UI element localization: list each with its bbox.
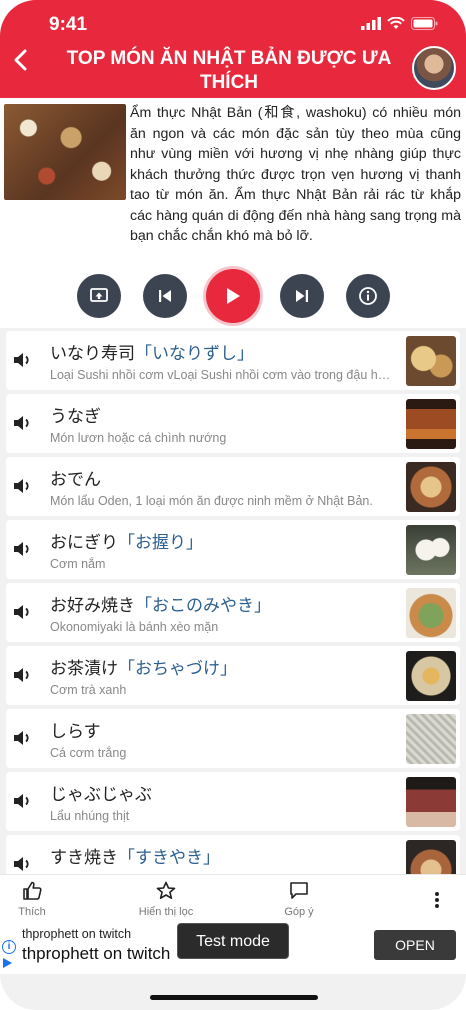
speaker-icon[interactable] (13, 729, 33, 747)
reading: 「お握り」 (118, 533, 203, 552)
food-thumbnail (406, 651, 456, 701)
ad-headline: thprophett on twitch (22, 927, 132, 941)
avatar[interactable] (412, 46, 456, 90)
reading: 「いなりずし」 (135, 344, 254, 363)
screen-cast-button[interactable] (77, 274, 121, 318)
tab-like-label: Thích (18, 906, 46, 918)
play-icon (227, 288, 240, 304)
wifi-icon (387, 17, 405, 29)
japanese-term: すき焼き「すきやき」 (50, 848, 220, 867)
speaker-icon[interactable] (13, 603, 33, 621)
ad-info-icon[interactable]: i (2, 940, 16, 954)
status-time: 9:41 (49, 14, 88, 35)
ad-play-icon (3, 958, 12, 968)
ad-open-button[interactable]: OPEN (374, 930, 456, 960)
meaning: Món lẩu Oden, 1 loại món ăn được ninh mề… (50, 494, 373, 508)
app-screen: 9:41 TOP MÓN ĂN NHẬT BẢN ĐƯỢC ƯA THÍCH Ẩ… (0, 0, 466, 1010)
list-item[interactable]: しらす Cá cơm trắng (6, 709, 460, 768)
meaning: Lẩu nhúng thịt (50, 809, 130, 823)
page-title: TOP MÓN ĂN NHẬT BẢN ĐƯỢC ƯA THÍCH (66, 48, 392, 93)
ad-title: thprophett on twitch (22, 944, 171, 963)
food-thumbnail (406, 525, 456, 575)
food-thumbnail (406, 399, 456, 449)
speaker-icon[interactable] (13, 855, 33, 873)
next-icon (296, 290, 308, 302)
list-item[interactable]: おにぎり「お握り」 Cơm nắm (6, 520, 460, 579)
tab-feedback-label: Góp ý (284, 906, 314, 918)
star-icon (156, 881, 176, 899)
bottom-tab-bar: Thích Hiển thị lọc Góp ý (0, 874, 466, 922)
japanese-term: おでん (50, 470, 101, 489)
next-button[interactable] (280, 274, 324, 318)
food-thumbnail (406, 777, 456, 827)
back-arrow-icon[interactable] (8, 46, 36, 74)
list-item[interactable]: お好み焼き「おこのみやき」 Okonomiyaki là bánh xèo mặ… (6, 583, 460, 642)
speaker-icon[interactable] (13, 540, 33, 558)
list-item[interactable]: おでん Món lẩu Oden, 1 loại món ăn được nin… (6, 457, 460, 516)
speaker-icon[interactable] (13, 414, 33, 432)
list-item[interactable]: うなぎ Món lươn hoặc cá chình nướng (6, 394, 460, 453)
playback-controls (0, 268, 466, 328)
play-button[interactable] (206, 269, 260, 323)
message-icon (290, 882, 308, 899)
tab-filter-label: Hiển thị lọc (138, 906, 194, 918)
header: 9:41 TOP MÓN ĂN NHẬT BẢN ĐƯỢC ƯA THÍCH (0, 0, 466, 98)
japanese-term: いなり寿司「いなりずし」 (50, 344, 254, 363)
japanese-term: お茶漬け「おちゃづけ」 (50, 659, 237, 678)
reading: 「すきやき」 (118, 848, 220, 867)
meaning: Món lươn hoặc cá chình nướng (50, 431, 227, 445)
japanese-term: じゃぶじゃぶ (50, 785, 152, 804)
food-thumbnail (406, 462, 456, 512)
list-item[interactable]: じゃぶじゃぶ Lẩu nhúng thịt (6, 772, 460, 831)
speaker-icon[interactable] (13, 351, 33, 369)
meaning: Cơm trà xanh (50, 683, 127, 697)
speaker-icon[interactable] (13, 477, 33, 495)
food-thumbnail (406, 714, 456, 764)
speaker-icon[interactable] (13, 666, 33, 684)
japanese-term: お好み焼き「おこのみやき」 (50, 596, 271, 615)
previous-icon (159, 290, 171, 302)
reading: 「おちゃづけ」 (118, 659, 237, 678)
tab-filter[interactable]: Hiển thị lọc (121, 881, 211, 918)
list-item[interactable]: お茶漬け「おちゃづけ」 Cơm trà xanh (6, 646, 460, 705)
meaning: Loại Sushi nhồi cơm vLoại Sushi nhồi cơm… (50, 368, 395, 382)
home-indicator[interactable] (150, 995, 318, 1000)
reading: 「おこのみやき」 (135, 596, 271, 615)
food-thumbnail (406, 336, 456, 386)
japanese-term: しらす (50, 722, 101, 741)
japanese-term: おにぎり「お握り」 (50, 533, 203, 552)
japanese-term: うなぎ (50, 407, 101, 426)
speaker-icon[interactable] (13, 792, 33, 810)
thumbs-up-icon (23, 881, 42, 900)
battery-icon (411, 17, 438, 30)
previous-button[interactable] (143, 274, 187, 318)
meaning: Cá cơm trắng (50, 746, 127, 760)
food-thumbnail (406, 588, 456, 638)
more-options-icon[interactable] (434, 891, 440, 909)
screen-cast-icon (90, 288, 108, 302)
info-icon (359, 287, 377, 305)
intro-image (4, 104, 126, 200)
test-mode-toast: Test mode (177, 923, 289, 959)
tab-like[interactable]: Thích (0, 881, 77, 918)
info-button[interactable] (346, 274, 390, 318)
intro-text: Ẩm thực Nhật Bản (和食, washoku) có nhiều … (130, 105, 461, 244)
list-item[interactable]: いなり寿司「いなりずし」 Loại Sushi nhồi cơm vLoại S… (6, 331, 460, 390)
tab-feedback[interactable]: Góp ý (254, 881, 344, 918)
signal-icon (361, 17, 381, 30)
meaning: Okonomiyaki là bánh xèo mặn (50, 620, 219, 634)
status-icons (361, 17, 438, 30)
meaning: Cơm nắm (50, 557, 106, 571)
intro-section: Ẩm thực Nhật Bản (和食, washoku) có nhiều … (0, 98, 466, 268)
